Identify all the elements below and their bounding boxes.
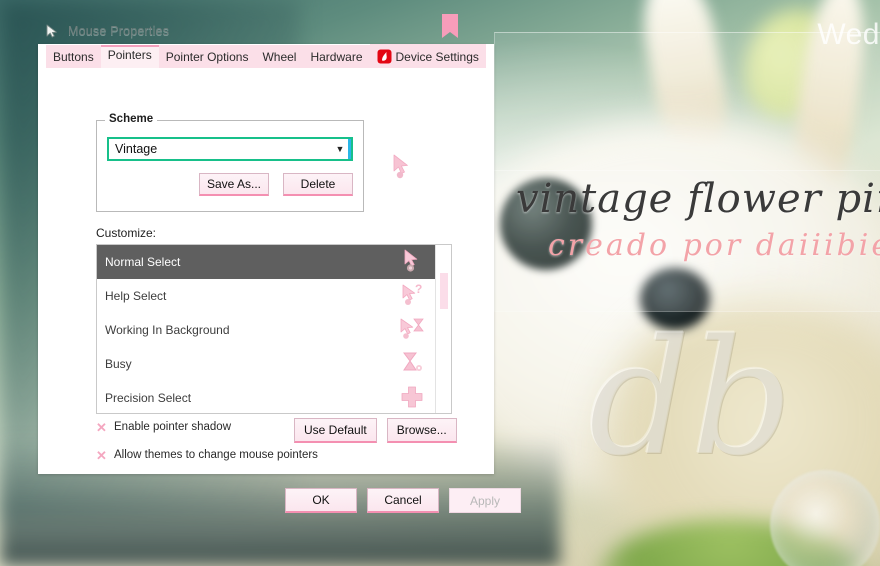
tab-hardware-label: Hardware — [310, 50, 363, 64]
scheme-selected-value: Vintage — [115, 142, 158, 156]
dialog-button-group: OK Cancel Apply — [285, 488, 521, 513]
desktop-clock-widget: Wed — [817, 18, 880, 51]
tab-strip: Buttons Pointers Pointer Options Wheel H… — [38, 44, 494, 68]
scheme-legend: Scheme — [105, 113, 158, 125]
scheme-preview-arrow-cursor-icon — [390, 152, 416, 182]
tab-buttons[interactable]: Buttons — [46, 45, 101, 68]
dialog-title: Mouse Properties — [68, 24, 170, 38]
cross-mark-icon: ✕ — [96, 419, 107, 435]
pointer-action-button-group: Use Default Browse... — [294, 418, 457, 443]
save-as-button[interactable]: Save As... — [199, 173, 269, 196]
wallpaper-subtitle-text: creado por daiiibie — [548, 228, 880, 263]
tab-device-settings[interactable]: Device Settings — [369, 44, 486, 68]
tab-wheel[interactable]: Wheel — [255, 45, 304, 68]
tab-wheel-label: Wheel — [262, 50, 297, 64]
browse-button[interactable]: Browse... — [386, 418, 457, 443]
checkbox-label: Allow themes to change mouse pointers — [114, 449, 318, 461]
tab-pointers-label: Pointers — [107, 48, 152, 62]
mouse-cursor-icon — [44, 23, 62, 39]
mouse-properties-dialog: Mouse Properties Buttons Pointers Pointe… — [38, 14, 521, 513]
list-item-label: Precision Select — [105, 391, 192, 405]
list-scrollbar-thumb[interactable] — [440, 273, 448, 309]
device-settings-icon — [377, 49, 392, 64]
ok-button[interactable]: OK — [285, 488, 357, 513]
customize-list-rows: Normal Select Help Select ? Working In B… — [97, 245, 435, 413]
checkbox-allow-themes-change-pointers[interactable]: ✕ Allow themes to change mouse pointers — [96, 447, 318, 463]
tab-pointers[interactable]: Pointers — [100, 45, 159, 68]
tab-pointer-options-label: Pointer Options — [165, 50, 249, 64]
crosshair-cursor-icon — [397, 383, 427, 413]
wallpaper-title-text: vintage flower pink — [516, 176, 880, 222]
apply-button: Apply — [449, 488, 521, 513]
help-cursor-icon: ? — [397, 281, 427, 311]
cross-mark-icon: ✕ — [96, 447, 107, 463]
list-item-busy[interactable]: Busy — [97, 347, 435, 381]
use-default-button[interactable]: Use Default — [294, 418, 377, 443]
scheme-button-group: Save As... Delete — [199, 173, 353, 196]
busy-hourglass-icon — [397, 349, 427, 379]
working-cursor-icon — [397, 315, 427, 345]
customize-listbox[interactable]: Normal Select Help Select ? Working In B… — [96, 244, 452, 414]
cancel-button[interactable]: Cancel — [367, 488, 439, 513]
scheme-groupbox: Scheme Vintage ▼ Save As... Delete — [96, 113, 364, 212]
list-item-label: Normal Select — [105, 255, 181, 269]
list-item-label: Working In Background — [105, 323, 230, 337]
tab-hardware[interactable]: Hardware — [303, 45, 370, 68]
arrow-cursor-icon — [397, 247, 427, 277]
list-item-normal-select[interactable]: Normal Select — [97, 245, 435, 279]
checkbox-enable-pointer-shadow[interactable]: ✕ Enable pointer shadow — [96, 419, 231, 435]
delete-scheme-button[interactable]: Delete — [283, 173, 353, 196]
dialog-body: Buttons Pointers Pointer Options Wheel H… — [38, 44, 521, 513]
scheme-combobox[interactable]: Vintage ▼ — [107, 137, 353, 161]
tab-device-settings-label: Device Settings — [395, 49, 479, 64]
list-scrollbar[interactable] — [435, 245, 451, 413]
tab-pointer-options[interactable]: Pointer Options — [158, 45, 256, 68]
list-item-working-in-background[interactable]: Working In Background — [97, 313, 435, 347]
dialog-titlebar[interactable]: Mouse Properties — [38, 14, 494, 44]
list-item-label: Busy — [105, 357, 132, 371]
list-item-label: Help Select — [105, 289, 167, 303]
list-item-precision-select[interactable]: Precision Select — [97, 381, 435, 413]
chevron-down-icon[interactable]: ▼ — [333, 144, 351, 154]
checkbox-label: Enable pointer shadow — [114, 421, 231, 433]
list-item-help-select[interactable]: Help Select ? — [97, 279, 435, 313]
tab-buttons-label: Buttons — [53, 50, 94, 64]
svg-text:?: ? — [415, 282, 422, 296]
ribbon-close-icon[interactable] — [439, 14, 461, 46]
customize-label: Customize: — [96, 226, 157, 240]
